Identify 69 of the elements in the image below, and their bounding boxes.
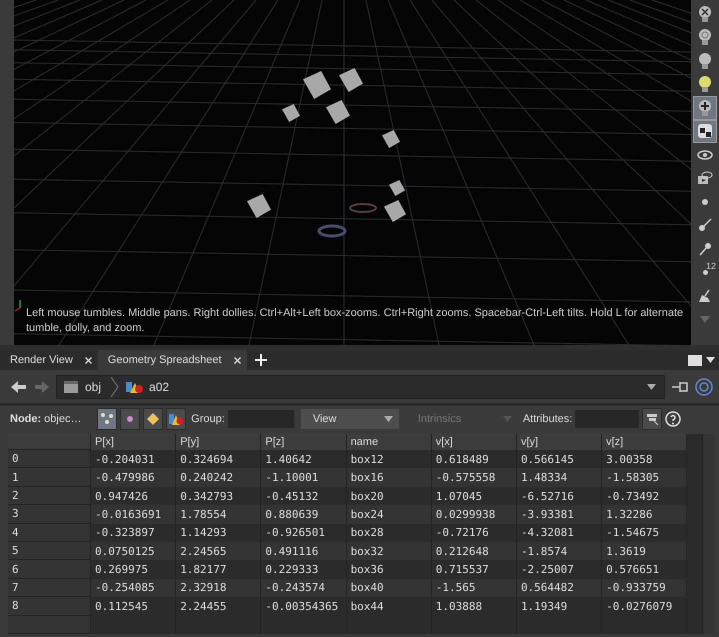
tool-button[interactable]: [693, 120, 717, 143]
row-number: 4: [8, 524, 91, 542]
node-value: objec…: [44, 413, 82, 425]
target-icon[interactable]: [695, 378, 713, 396]
pin-icon[interactable]: [671, 380, 689, 394]
path-separator-icon: [111, 376, 120, 396]
cube-icon: [697, 123, 713, 140]
point-icon: [701, 198, 709, 206]
axis-gizmo-icon: [14, 300, 20, 312]
row-number: 7: [8, 578, 91, 598]
shapes-icon: [168, 412, 184, 426]
filter-button[interactable]: [642, 408, 662, 430]
attributes-label: Attributes:: [522, 413, 572, 425]
add-tab-icon[interactable]: [254, 354, 267, 366]
caret-icon: [700, 316, 710, 323]
caret-icon: [502, 416, 512, 422]
caret-icon[interactable]: [647, 384, 656, 390]
light-bulb-icon: [698, 75, 712, 94]
tab-label: Geometry Spreadsheet: [108, 354, 222, 366]
points-toggle[interactable]: [97, 408, 118, 430]
tool-button[interactable]: [693, 96, 717, 120]
detail-toggle[interactable]: [166, 408, 186, 430]
points-icon: [100, 412, 114, 426]
pin-icon: [698, 242, 712, 256]
point-icon: [702, 270, 708, 275]
close-icon[interactable]: [84, 356, 92, 364]
light-bulb-icon: [698, 98, 712, 117]
row-number: 3: [8, 505, 91, 524]
primitives-toggle[interactable]: [143, 408, 164, 430]
viewport-canvas[interactable]: Left mouse tumbles. Middle pans. Right dollies. Ctrl+Alt+Left box-zooms. Ctrl+Right zooms. Spacebar-Ctrl-Left tilts. Hold L for alternate tumble, dolly, and zoom.: [14, 0, 691, 345]
pane-layout-icon[interactable]: [688, 354, 702, 366]
vertices-toggle[interactable]: [120, 408, 140, 430]
row-number: 8: [8, 597, 91, 616]
row-number: 1: [8, 468, 91, 487]
row-number: 5: [8, 542, 91, 560]
grid-label-marker: [318, 224, 346, 238]
viewport-hint-text: Left mouse tumbles. Middle pans. Right dollies. Ctrl+Alt+Left box-zooms. Ctrl+Right zooms. Spacebar-Ctrl-Left tilts. Hold L for alternate tumble, dolly, and zoom.: [26, 306, 684, 336]
light-bulb-icon: [698, 4, 712, 23]
row-number: 2: [8, 486, 91, 506]
row-number: 6: [8, 560, 91, 579]
diamond-icon: [147, 413, 160, 425]
broom-icon: [698, 288, 712, 303]
light-bulb-icon: [698, 52, 712, 70]
scrollbar[interactable]: [702, 434, 715, 634]
grid-label-marker: [349, 203, 377, 213]
vertex-icon: [126, 415, 134, 423]
point-count-label: 12: [706, 260, 716, 270]
path-segment[interactable]: a02: [149, 380, 170, 394]
caret-icon[interactable]: [706, 357, 715, 363]
path-segment[interactable]: obj: [85, 380, 102, 394]
close-icon[interactable]: [234, 356, 241, 364]
tab-label: Render View: [10, 354, 73, 366]
help-icon[interactable]: [665, 411, 682, 427]
light-bulb-icon: [698, 28, 712, 46]
tool-button[interactable]: 12: [693, 260, 717, 284]
filter-icon: [646, 413, 658, 425]
camera-icon: [697, 171, 713, 186]
eye-icon: [697, 148, 713, 161]
node-label: Node:: [10, 413, 42, 425]
pane-tab[interactable]: Geometry Spreadsheet: [98, 350, 247, 370]
brush-icon: [698, 218, 712, 232]
back-arrow-icon[interactable]: [10, 378, 28, 394]
caret-icon: [384, 416, 393, 422]
path-field[interactable]: obj a02: [56, 374, 665, 398]
clapperboard-icon: [63, 380, 79, 394]
group-label: Group:: [191, 413, 225, 425]
row-number: 0: [8, 450, 91, 468]
view-dropdown[interactable]: View: [300, 409, 399, 429]
shapes-icon: [125, 380, 144, 394]
